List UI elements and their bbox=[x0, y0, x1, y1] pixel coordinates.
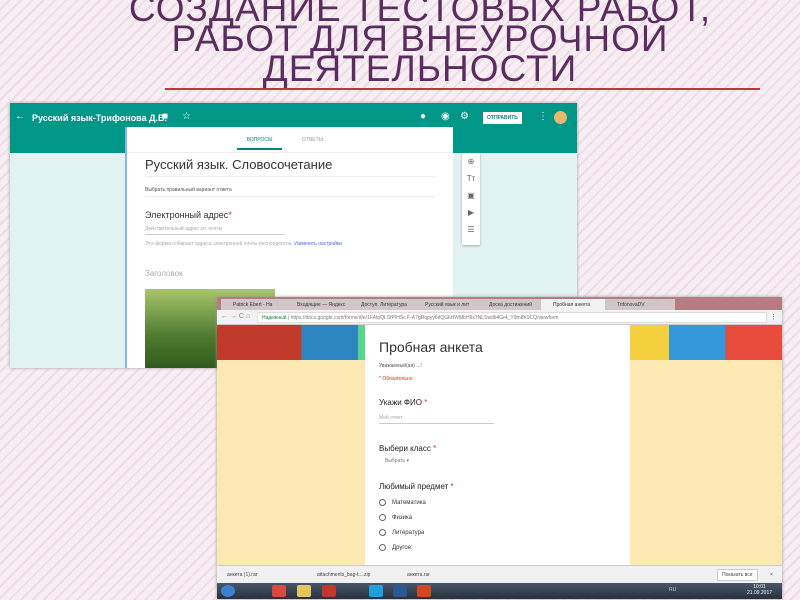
more-icon[interactable]: ⋮ bbox=[538, 111, 548, 122]
option-label: Физика bbox=[392, 514, 413, 521]
class-select[interactable]: Выбрать ▾ bbox=[379, 458, 616, 464]
question-label: Укажи ФИО bbox=[379, 398, 422, 407]
browser-tab[interactable]: Доступ. Литература bbox=[349, 299, 419, 310]
word-icon[interactable] bbox=[393, 585, 407, 597]
browser-tab[interactable]: Входящие — Яндекс bbox=[285, 299, 355, 310]
clock-date: 21.09.2017 bbox=[747, 590, 773, 596]
explorer-icon[interactable] bbox=[297, 585, 311, 597]
option-label: Математика bbox=[392, 499, 426, 506]
email-note: Эта форма собирает адреса электронной по… bbox=[145, 241, 293, 247]
eye-icon[interactable]: ◉ bbox=[441, 111, 450, 122]
form-title[interactable]: Русский язык. Словосочетание bbox=[145, 157, 435, 177]
address-bar: ← → C ⌂ Надежный | https://docs.google.c… bbox=[217, 310, 782, 325]
downloads-bar: анкета (1).rar attachments_bag-t....zip … bbox=[217, 565, 782, 583]
nav-icons[interactable]: ← → C ⌂ bbox=[221, 313, 250, 320]
download-item[interactable]: анкета.rar bbox=[407, 572, 430, 578]
add-title-icon[interactable]: Tт bbox=[462, 170, 480, 187]
radio-option[interactable]: Физика bbox=[379, 514, 616, 521]
star-icon[interactable]: ☆ bbox=[182, 111, 191, 122]
tab-responses[interactable]: ОТВЕТЫ bbox=[302, 137, 323, 143]
email-label: Электронный адрес bbox=[145, 210, 229, 220]
browser-tab[interactable]: Patrick Ebert - Ha bbox=[221, 299, 291, 310]
question-label: Любимый предмет bbox=[379, 482, 449, 491]
form-card: Пробная анкета Уважаемый(ая) ...! * Обяз… bbox=[365, 325, 630, 565]
send-button[interactable]: ОТПРАВИТЬ bbox=[483, 112, 522, 124]
tool-sidebar: ⊕ Tт ▣ ▶ ☰ bbox=[462, 153, 480, 245]
doc-title[interactable]: Русский язык-Трифонова Д.В. bbox=[32, 113, 167, 123]
option-label: Литература bbox=[392, 529, 425, 536]
question-label: Выбери класс bbox=[379, 444, 431, 453]
radio-option[interactable]: Другое: bbox=[379, 544, 616, 551]
download-item[interactable]: анкета (1).rar bbox=[227, 572, 257, 578]
email-field[interactable]: Действительный адрес эл. почты bbox=[145, 226, 285, 235]
palette-icon[interactable]: ● bbox=[420, 111, 426, 122]
slide-title: СОЗДАНИЕ ТЕСТОВЫХ РАБОТ, РАБОТ ДЛЯ ВНЕУР… bbox=[110, 0, 730, 102]
url-input[interactable]: Надежный | https://docs.google.com/forms… bbox=[257, 312, 767, 323]
folder-icon[interactable]: ■ bbox=[162, 111, 168, 122]
radio-option[interactable]: Математика bbox=[379, 499, 616, 506]
skype-icon[interactable] bbox=[369, 585, 383, 597]
option-label: Другое: bbox=[392, 544, 413, 551]
download-item[interactable]: attachments_bag-t....zip bbox=[317, 572, 370, 578]
form-title: Пробная анкета bbox=[379, 339, 483, 355]
section-header[interactable]: Заголовок bbox=[145, 269, 183, 278]
back-arrow-icon[interactable]: ← bbox=[15, 111, 25, 122]
change-settings-link[interactable]: Изменить настройки bbox=[294, 241, 342, 247]
powerpoint-icon[interactable] bbox=[417, 585, 431, 597]
start-icon[interactable] bbox=[221, 585, 235, 597]
add-question-icon[interactable]: ⊕ bbox=[462, 153, 480, 170]
chrome-icon[interactable] bbox=[272, 585, 286, 597]
form-description[interactable]: Выбрать правильный вариант ответа bbox=[145, 187, 435, 197]
browser-tab-active[interactable]: Пробная анкета bbox=[541, 299, 611, 310]
tab-questions[interactable]: ВОПРОСЫ bbox=[237, 137, 282, 150]
gear-icon[interactable]: ⚙ bbox=[460, 111, 469, 122]
browser-tab[interactable]: Доска достижений bbox=[477, 299, 547, 310]
close-icon[interactable]: × bbox=[770, 572, 773, 578]
yandex-icon[interactable] bbox=[322, 585, 336, 597]
browser-screenshot: Patrick Ebert - Ha Входящие — Яндекс Дос… bbox=[217, 297, 782, 599]
form-description: Уважаемый(ая) ...! bbox=[379, 363, 422, 369]
clock[interactable]: 10:01 21.09.2017 bbox=[747, 584, 772, 596]
browser-tab[interactable]: Русский язык и лит bbox=[413, 299, 483, 310]
select-value: Выбрать bbox=[385, 458, 406, 464]
add-video-icon[interactable]: ▶ bbox=[462, 204, 480, 221]
url-text: https://docs.google.com/forms/d/e/1FAIpQ… bbox=[290, 315, 559, 321]
tab-bar: Patrick Ebert - Ha Входящие — Яндекс Дос… bbox=[217, 297, 782, 310]
required-note: * Обязательно bbox=[379, 376, 413, 382]
fio-input[interactable]: Мой ответ bbox=[379, 415, 494, 424]
avatar[interactable] bbox=[554, 111, 567, 124]
title-divider bbox=[165, 88, 760, 90]
add-image-icon[interactable]: ▣ bbox=[462, 187, 480, 204]
language-indicator[interactable]: RU bbox=[669, 587, 676, 593]
secure-label: Надежный bbox=[262, 315, 287, 321]
menu-icon[interactable]: ⋮ bbox=[770, 313, 777, 321]
add-section-icon[interactable]: ☰ bbox=[462, 221, 480, 238]
show-all-button[interactable]: Показать все bbox=[717, 569, 758, 581]
browser-tab[interactable]: TrifonovaDV bbox=[605, 299, 675, 310]
radio-option[interactable]: Литература bbox=[379, 529, 616, 536]
taskbar: RU 10:01 21.09.2017 bbox=[217, 583, 782, 599]
